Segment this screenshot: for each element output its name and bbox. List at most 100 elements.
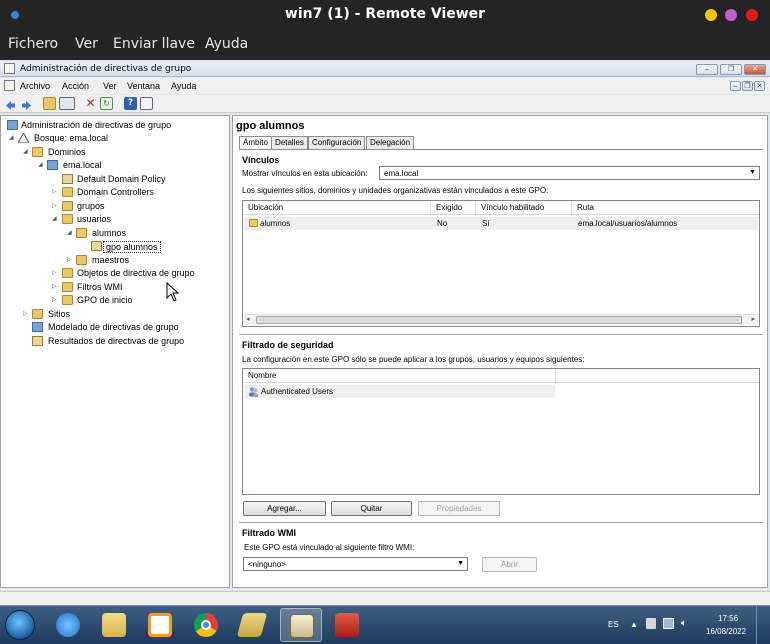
ie-icon [56,613,80,637]
show-hidden-icons-icon[interactable]: ▲ [630,620,638,629]
maximize-button[interactable] [725,9,737,21]
collapsed-icon[interactable]: ▷ [67,257,73,263]
links-list[interactable]: Ubicación Exigido Vínculo habilitado Rut… [242,200,760,327]
gpo-title: gpo alumnos [236,120,305,132]
links-description: Los siguientes sitios, dominios y unidad… [242,186,549,195]
collapsed-icon[interactable]: ▷ [52,297,58,303]
location-dropdown[interactable]: ema.local ▼ [379,166,760,180]
taskbar-toolbox[interactable] [326,608,368,642]
add-button[interactable]: Agregar... [243,501,326,516]
detail-pane: gpo alumnos Ámbito Detalles Configuració… [232,115,768,588]
scroll-thumb[interactable] [256,316,742,324]
taskbar-ie[interactable] [47,608,89,642]
gpmc-restore-button[interactable]: ❐ [720,64,742,75]
collapsed-icon[interactable]: ▷ [23,311,29,317]
volume-icon[interactable]: 🔈︎ [681,618,687,629]
refresh-icon[interactable]: ↻ [100,97,113,110]
taskbar-chrome[interactable] [185,608,227,642]
expanded-icon[interactable]: ◢ [23,149,29,155]
back-icon[interactable] [4,97,17,110]
child-restore-button[interactable]: ❐ [742,81,753,91]
properties-icon[interactable] [140,97,153,110]
menu-ayuda[interactable]: Ayuda [171,81,196,91]
action-center-icon[interactable] [646,618,656,629]
table-row[interactable]: alumnos No Sí ema.local/usuarios/alumnos [244,217,758,230]
gpmc-close-button[interactable]: ✕ [744,64,766,75]
tab-delegacion[interactable]: Delegación [366,136,415,149]
close-button[interactable] [746,9,758,21]
folder-up-icon[interactable] [43,97,56,110]
clock-time[interactable]: 17:56 [718,614,738,623]
taskbar-scanner[interactable] [231,608,273,642]
remove-button[interactable]: Quitar [331,501,412,516]
links-list-header: Ubicación Exigido Vínculo habilitado Rut… [243,201,759,215]
menu-ventana[interactable]: Ventana [127,81,160,91]
collapsed-icon[interactable]: ▷ [52,189,58,195]
col-ubicacion[interactable]: Ubicación [248,203,283,212]
expanded-icon[interactable]: ◢ [9,135,15,141]
taskbar-gpmc[interactable] [280,608,322,642]
tab-detalles[interactable]: Detalles [271,136,308,149]
forward-icon[interactable] [20,97,33,110]
window-title: win7 (1) - Remote Viewer [284,6,486,22]
chevron-down-icon: ▼ [457,560,464,567]
child-minimize-button[interactable]: ‒ [730,81,741,91]
help-icon[interactable]: ? [124,97,137,110]
taskbar-explorer[interactable] [93,608,135,642]
show-hide-tree-icon[interactable] [59,97,75,110]
network-icon[interactable] [663,618,674,629]
menu-ver[interactable]: Ver [75,36,98,52]
ou-folder-icon [62,187,73,197]
links-hscrollbar[interactable]: ◂ ▸ [244,314,758,325]
results-icon [32,336,43,346]
collapsed-icon[interactable]: ▷ [52,284,58,290]
expanded-icon[interactable]: ◢ [67,230,73,236]
location-value: ema.local [384,169,419,178]
menu-ayuda[interactable]: Ayuda [205,36,248,52]
clock-date[interactable]: 16/08/2022 [706,627,746,636]
language-indicator[interactable]: ES [608,620,619,629]
collapsed-icon[interactable]: ▷ [52,203,58,209]
scroll-right-icon[interactable]: ▸ [751,315,755,323]
scroll-left-icon[interactable]: ◂ [246,315,250,323]
mouse-cursor-icon [166,282,180,302]
col-vinculo-habilitado[interactable]: Vínculo habilitado [481,203,544,212]
gpmc-minimize-button[interactable]: ‒ [696,64,718,75]
child-close-button[interactable]: ✕ [754,81,765,91]
taskbar-media-player[interactable] [139,608,181,642]
expanded-icon[interactable]: ◢ [52,216,58,222]
chrome-icon [194,613,218,637]
expanded-icon[interactable]: ◢ [38,162,44,168]
gpmc-menubar: Archivo Acción Ver Ventana Ayuda ‒ ❐ ✕ [0,78,770,94]
delete-icon[interactable]: ✕ [84,97,97,110]
menu-fichero[interactable]: Fichero [8,36,58,52]
wmi-filter-dropdown[interactable]: <ninguno> ▼ [243,557,468,571]
col-exigido[interactable]: Exigido [436,203,462,212]
col-nombre[interactable]: Nombre [248,371,276,380]
menu-archivo[interactable]: Archivo [20,81,50,91]
media-player-icon [148,613,172,637]
tab-ambito[interactable]: Ámbito [239,136,272,150]
security-list[interactable]: Nombre Authenticated Users [242,368,760,495]
wmi-filter-value: <ninguno> [248,560,286,569]
tab-content-ambito: Vínculos Mostrar vínculos en esta ubicac… [239,149,763,587]
menu-ver[interactable]: Ver [103,81,117,91]
gpmc-toolbar: ✕ ↻ ? [0,95,770,113]
col-ruta[interactable]: Ruta [577,203,594,212]
menu-enviar-llave[interactable]: Enviar llave [113,36,195,52]
properties-button[interactable]: Propiedades [418,501,500,516]
menu-accion[interactable]: Acción [62,81,89,91]
table-row[interactable]: Authenticated Users [244,385,555,398]
status-bar [0,591,770,605]
security-description: La configuración en este GPO sólo se pue… [242,355,585,364]
folder-icon [62,268,73,278]
security-list-header: Nombre [243,369,759,383]
folder-icon [62,295,73,305]
collapsed-icon[interactable]: ▷ [52,270,58,276]
minimize-button[interactable] [705,9,717,21]
ou-folder-icon [76,255,87,265]
tab-configuracion[interactable]: Configuración [308,136,366,149]
start-button[interactable] [5,610,35,640]
open-wmi-button[interactable]: Abrir [482,557,537,572]
show-desktop-button[interactable] [756,606,770,644]
